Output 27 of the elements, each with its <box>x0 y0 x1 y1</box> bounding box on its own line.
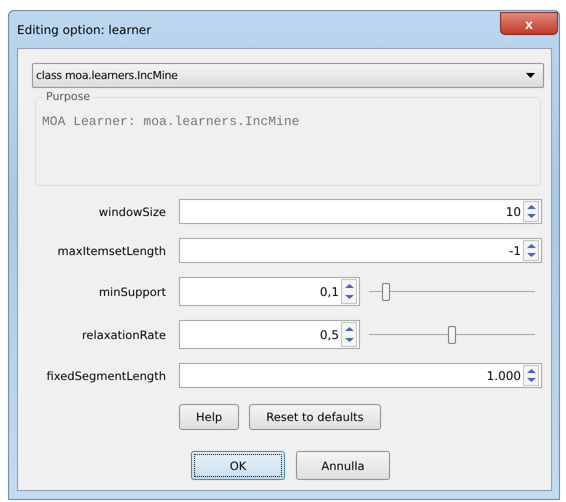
spinner-arrows[interactable] <box>523 365 539 386</box>
option-label: maxItemsetLength <box>56 244 167 258</box>
spinner-arrows[interactable] <box>523 201 539 222</box>
purpose-text: MOA Learner: moa.learners.IncMine <box>42 114 300 129</box>
caret-icon <box>526 73 535 78</box>
class-dropdown[interactable]: class moa.learners.IncMine <box>32 63 544 88</box>
spinner-arrows[interactable] <box>341 322 357 347</box>
number-field[interactable]: -1 <box>179 238 542 263</box>
slider-thumb[interactable] <box>448 326 456 344</box>
number-field[interactable]: 0,5 <box>179 320 360 349</box>
dialog-button[interactable]: Annulla <box>296 451 390 480</box>
option-label: windowSize <box>98 204 167 218</box>
close-button[interactable]: x <box>500 12 558 35</box>
number-field[interactable]: 10 <box>179 199 542 224</box>
option-button[interactable]: Help <box>179 404 240 430</box>
group-legend: Purpose <box>44 90 92 103</box>
slider-thumb[interactable] <box>382 283 390 301</box>
window-title: Editing option: learner <box>17 22 152 36</box>
option-label: fixedSegmentLength <box>46 368 167 382</box>
number-field[interactable]: 0,1 <box>179 277 360 306</box>
option-label: minSupport <box>98 284 167 298</box>
spinner-arrows[interactable] <box>523 240 539 261</box>
option-button[interactable]: Reset to defaults <box>249 404 381 430</box>
number-field[interactable]: 1.000 <box>179 363 542 388</box>
dialog-button[interactable]: OK <box>191 451 285 480</box>
option-label: relaxationRate <box>80 328 167 342</box>
spinner-arrows[interactable] <box>341 279 357 304</box>
